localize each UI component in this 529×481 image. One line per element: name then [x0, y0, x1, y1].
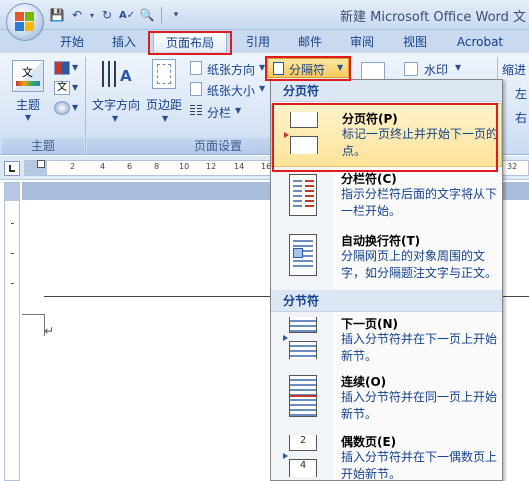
tab-page-layout[interactable]: 页面布局	[153, 32, 227, 52]
next-page-icon	[283, 317, 321, 361]
text-direction-icon[interactable]: A	[100, 59, 134, 91]
crop-mark	[22, 314, 44, 315]
chevron-down-icon: ▼	[337, 63, 344, 72]
themes-icon[interactable]: 文	[12, 60, 44, 92]
undo-dropdown-icon[interactable]: ▾	[88, 6, 96, 24]
quick-access-toolbar: 💾 ↶ ▾ ↻ A✓ 🔍 ▾	[48, 5, 185, 25]
tab-references[interactable]: 引用	[240, 32, 276, 52]
undo-icon[interactable]: ↶	[68, 6, 86, 24]
orientation-button[interactable]: 纸张方向	[207, 61, 255, 78]
menu-item-column-break[interactable]: 分栏符(C) 指示分栏符后面的文字将从下一栏开始。	[271, 168, 502, 230]
text-wrapping-break-icon	[285, 234, 321, 278]
breaks-icon	[273, 62, 284, 75]
menu-item-even-page[interactable]: 2 4 偶数页(E) 插入分节符并在下一偶数页上开始新节。	[271, 431, 502, 480]
tab-mailings[interactable]: 邮件	[292, 32, 328, 52]
margins-label[interactable]: 页边距	[146, 96, 182, 113]
margins-icon[interactable]	[152, 59, 176, 89]
print-preview-icon[interactable]: 🔍	[138, 6, 156, 24]
orientation-icon	[190, 61, 202, 75]
paragraph-mark: ↵	[44, 324, 55, 338]
section-breaks-header: 分节符	[271, 290, 502, 312]
redo-icon[interactable]: ↻	[98, 6, 116, 24]
breaks-menu: 分页符 分页符(P) 标记一页终止并开始下一页的点。 分栏符(C) 指示分栏符后…	[270, 79, 503, 481]
indent-label: 缩进	[502, 63, 527, 77]
save-icon[interactable]: 💾	[48, 6, 66, 24]
menu-item-next-page[interactable]: 下一页(N) 插入分节符并在下一页上开始新节。	[271, 313, 502, 369]
menu-item-text-wrapping-break[interactable]: 自动换行符(T) 分隔网页上的对象周围的文字，如分隔题注文字与正文。	[271, 230, 502, 290]
paper-size-icon	[190, 82, 202, 96]
spelling-icon[interactable]: A✓	[118, 6, 136, 24]
watermark-button[interactable]: 水印	[424, 61, 448, 78]
breaks-button[interactable]: 分隔符 ▼	[267, 58, 349, 78]
paper-size-button[interactable]: 纸张大小	[207, 82, 255, 99]
theme-group-label: 主题	[2, 138, 84, 154]
window-title: 新建 Microsoft Office Word 文	[340, 10, 527, 25]
menu-item-page-break[interactable]: 分页符(P) 标记一页终止并开始下一页的点。	[271, 103, 502, 167]
column-break-icon	[285, 174, 321, 218]
watermark-icon	[404, 62, 418, 76]
tab-view[interactable]: 视图	[397, 32, 433, 52]
tab-selector[interactable]	[4, 161, 20, 176]
vertical-ruler[interactable]	[4, 182, 20, 481]
indent-marker-icon[interactable]	[37, 160, 45, 168]
text-direction-label[interactable]: 文字方向	[92, 96, 140, 113]
page-break-icon	[284, 110, 322, 154]
columns-button[interactable]: 分栏	[207, 104, 231, 121]
menu-item-continuous[interactable]: 连续(O) 插入分节符并在同一页上开始新节。	[271, 371, 502, 429]
themes-button-label[interactable]: 主题	[16, 96, 40, 113]
customize-qat-icon[interactable]: ▾	[167, 6, 185, 24]
theme-effects-icon[interactable]	[54, 101, 70, 115]
columns-icon	[190, 104, 202, 118]
tab-review[interactable]: 审阅	[344, 32, 380, 52]
tab-acrobat[interactable]: Acrobat	[450, 32, 510, 52]
office-button[interactable]	[6, 3, 44, 41]
page-breaks-header: 分页符	[271, 80, 502, 102]
even-page-icon: 2 4	[283, 435, 321, 479]
theme-fonts-icon[interactable]: 文	[54, 81, 70, 95]
title-bar: 💾 ↶ ▾ ↻ A✓ 🔍 ▾ 新建 Microsoft Office Word …	[0, 0, 529, 30]
theme-colors-icon[interactable]	[54, 61, 70, 75]
ribbon-tabs: 开始 插入 页面布局 引用 邮件 审阅 视图 Acrobat	[0, 30, 529, 53]
office-logo-icon	[15, 12, 35, 32]
continuous-icon	[285, 375, 321, 419]
tab-insert[interactable]: 插入	[106, 32, 142, 52]
indent-right-label: 右	[515, 111, 528, 125]
chevron-down-icon: ▼	[25, 113, 32, 122]
indent-left-label: 左	[515, 87, 528, 101]
tab-home[interactable]: 开始	[54, 32, 90, 52]
